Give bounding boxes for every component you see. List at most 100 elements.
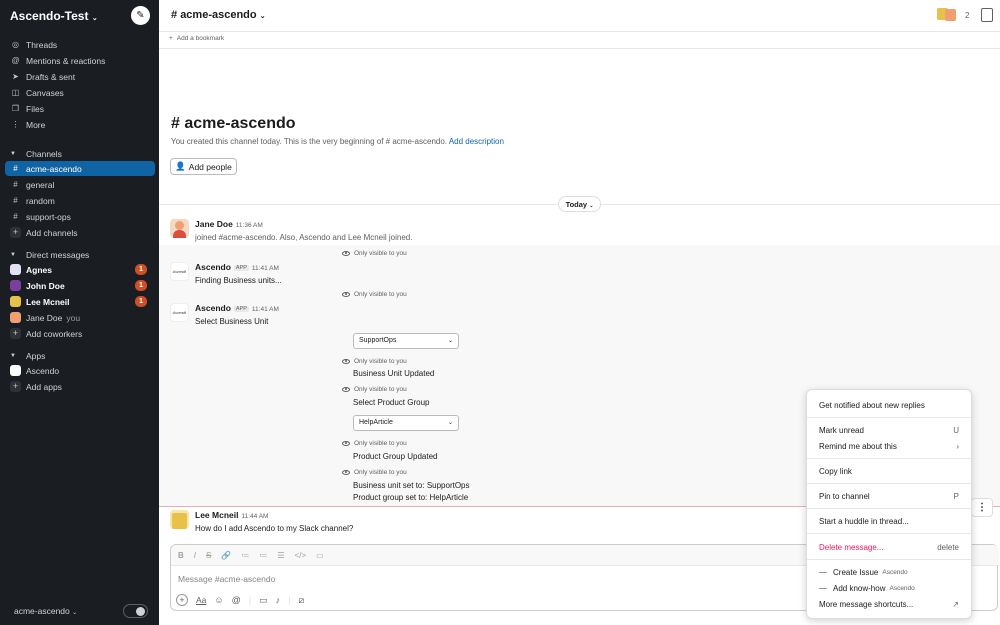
nav-more[interactable]: ⋮ More <box>5 117 155 132</box>
hash-icon: # <box>13 164 18 173</box>
today-jump-button[interactable]: Today ⌄ <box>558 196 601 212</box>
chevron-down-icon: ⌄ <box>589 203 594 209</box>
menu-copy-link[interactable]: Copy link <box>807 464 971 479</box>
nav-label: Canvases <box>26 87 64 98</box>
nav-canvases[interactable]: ◫ Canvases <box>5 85 155 100</box>
menu-mark-unread[interactable]: Mark unread U <box>807 423 971 438</box>
sender-name[interactable]: Lee Mcneil <box>195 510 238 520</box>
message-text: Product Group Updated <box>353 452 438 461</box>
add-people-button[interactable]: 👤 Add people <box>170 158 237 175</box>
add-apps[interactable]: + Add apps <box>5 379 155 394</box>
avatar <box>10 312 21 323</box>
add-channels[interactable]: + Add channels <box>5 225 155 240</box>
dm-john-doe[interactable]: John Doe 1 <box>5 278 155 293</box>
at-icon: @ <box>11 56 20 65</box>
nav-mentions[interactable]: @ Mentions & reactions <box>5 53 155 68</box>
add-apps-label: Add apps <box>26 381 62 392</box>
code-block-icon[interactable]: ▭ <box>316 551 324 560</box>
sender-name[interactable]: Ascendo <box>195 262 231 272</box>
channel-general[interactable]: # general <box>5 177 155 192</box>
divider: | <box>248 595 252 605</box>
timestamp[interactable]: 11:36 AM <box>236 222 263 229</box>
huddle-toggle[interactable] <box>123 604 148 618</box>
product-group-select[interactable]: HelpArticle ⌄ <box>353 415 459 431</box>
eye-icon <box>342 387 350 392</box>
menu-notify-replies[interactable]: Get notified about new replies <box>807 398 971 413</box>
mention-icon[interactable]: @ <box>232 595 241 605</box>
channel-name-button[interactable]: # acme-ascendo ⌄ <box>171 9 266 21</box>
message-input[interactable]: Message #acme-ascendo <box>178 574 275 584</box>
channel-header: # acme-ascendo ⌄ 2 + Add a bookmark <box>159 0 1000 42</box>
kebab-icon: ⋮ <box>977 502 987 513</box>
app-ascendo[interactable]: Ascendo <box>5 363 155 378</box>
avatar <box>10 296 21 307</box>
apps-section-header[interactable]: ▼ Apps <box>5 348 155 363</box>
nav-files[interactable]: ❐ Files <box>5 101 155 116</box>
footer-workspace-switcher[interactable]: acme-ascendo ⌄ <box>14 606 77 616</box>
formatting-icon[interactable]: Aa <box>196 595 206 605</box>
member-count[interactable]: 2 <box>965 11 969 20</box>
message-text: How do I add Ascendo to my Slack channel… <box>195 524 354 533</box>
nav-threads[interactable]: ◎ Threads <box>5 37 155 52</box>
channels-section-header[interactable]: ▼ Channels <box>5 146 155 161</box>
microphone-icon[interactable]: ♪ <box>276 595 281 605</box>
video-icon[interactable]: ▭ <box>259 595 268 606</box>
sidebar-footer: acme-ascendo ⌄ <box>0 600 159 625</box>
eye-icon <box>342 359 350 364</box>
menu-delete-message[interactable]: Delete message... delete <box>807 540 971 555</box>
app-label: Ascendo <box>26 365 60 376</box>
canvas-icon[interactable] <box>981 8 993 22</box>
sender-name[interactable]: Jane Doe <box>195 219 233 229</box>
nav-drafts[interactable]: ➤ Drafts & sent <box>5 69 155 84</box>
nav-label: More <box>26 119 46 130</box>
divider <box>807 483 971 484</box>
dm-section-header[interactable]: ▼ Direct messages <box>5 247 155 262</box>
ephemeral-notice: Only visible to you <box>342 386 407 393</box>
business-unit-select[interactable]: SupportOps ⌄ <box>353 333 459 349</box>
channel-support-ops[interactable]: # support-ops <box>5 209 155 224</box>
dm-agnes[interactable]: Agnes 1 <box>5 262 155 277</box>
member-avatars-button[interactable] <box>937 8 959 22</box>
bold-button[interactable]: B <box>178 551 184 560</box>
ordered-list-icon[interactable]: ≔ <box>241 551 249 560</box>
eye-icon <box>342 470 350 475</box>
emoji-icon[interactable]: ☺ <box>214 595 223 605</box>
add-description-link[interactable]: Add description <box>449 137 504 146</box>
italic-button[interactable]: I <box>194 551 196 560</box>
dm-jane-doe[interactable]: Jane Doe you <box>5 310 155 325</box>
menu-start-huddle[interactable]: Start a huddle in thread... <box>807 514 971 529</box>
menu-pin-to-channel[interactable]: Pin to channel P <box>807 489 971 504</box>
timestamp[interactable]: 11:41 AM <box>252 265 279 272</box>
menu-more-shortcuts[interactable]: More message shortcuts... ↗ <box>807 597 971 612</box>
plus-icon[interactable]: + <box>176 594 188 606</box>
menu-remind-me[interactable]: Remind me about this › <box>807 439 971 454</box>
menu-create-issue[interactable]: Create Issue Ascendo <box>807 565 971 580</box>
ascendo-logo: Ascend∂ <box>170 303 189 322</box>
more-actions-button[interactable]: ⋮ <box>971 498 993 517</box>
code-icon[interactable]: </> <box>295 551 307 560</box>
menu-add-know-how[interactable]: Add know-how Ascendo <box>807 581 971 596</box>
strike-button[interactable]: S <box>206 551 211 560</box>
eye-icon <box>342 251 350 256</box>
add-coworkers[interactable]: + Add coworkers <box>5 326 155 341</box>
workspace-header[interactable]: Ascendo-Test ⌄ ✎ <box>0 0 159 32</box>
eye-icon <box>342 441 350 446</box>
link-icon[interactable]: 🔗 <box>221 551 231 560</box>
shortcuts-icon[interactable]: ⧄ <box>298 595 304 606</box>
timestamp[interactable]: 11:41 AM <box>252 306 279 313</box>
blockquote-icon[interactable]: ☰ <box>277 551 284 560</box>
channel-random[interactable]: # random <box>5 193 155 208</box>
channel-acme-ascendo[interactable]: # acme-ascendo <box>5 161 155 176</box>
sender-name[interactable]: Ascendo <box>195 303 231 313</box>
ephemeral-notice: Only visible to you <box>342 440 407 447</box>
bullet-list-icon[interactable]: ≔ <box>259 551 267 560</box>
slack-app: Ascendo-Test ⌄ ✎ ◎ Threads @ Mentions & re… <box>0 0 1000 625</box>
compose-button[interactable]: ✎ <box>131 6 150 25</box>
files-icon: ❐ <box>11 104 20 113</box>
workspace-name[interactable]: Ascendo-Test ⌄ <box>10 9 98 23</box>
add-bookmark-button[interactable]: + Add a bookmark <box>169 35 224 42</box>
add-channels-label: Add channels <box>26 227 78 238</box>
timestamp[interactable]: 11:44 AM <box>241 513 268 520</box>
app-tag: APP <box>233 306 249 312</box>
dm-lee-mcneil[interactable]: Lee Mcneil 1 <box>5 294 155 309</box>
